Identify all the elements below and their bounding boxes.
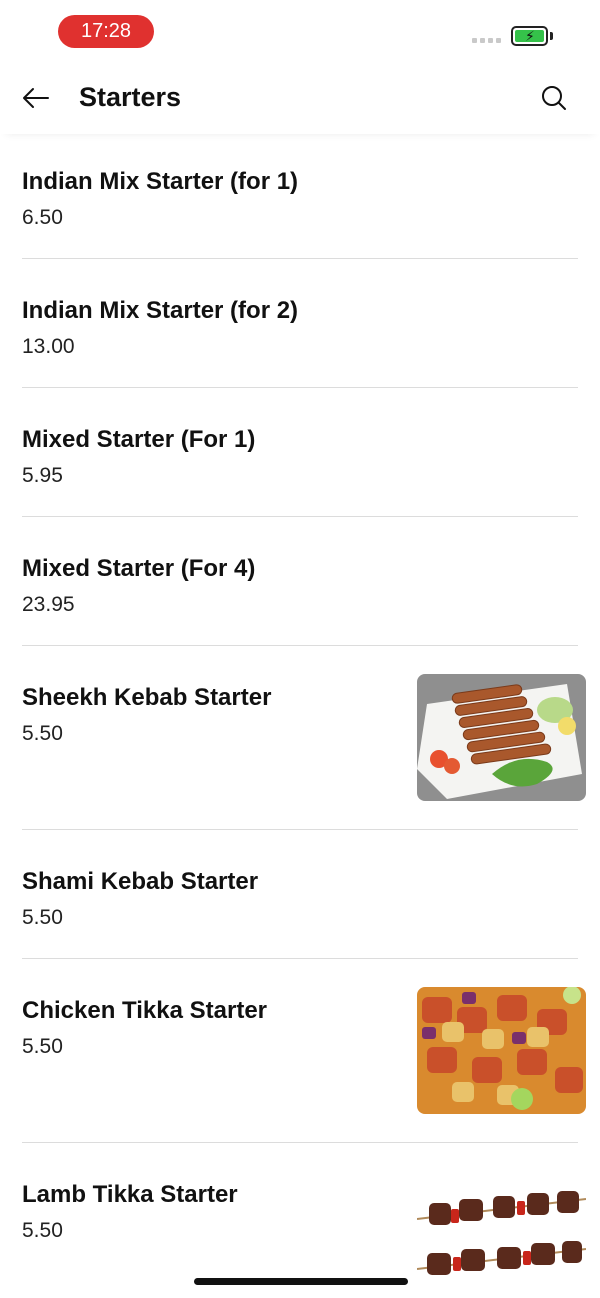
item-name: Lamb Tikka Starter — [22, 1181, 238, 1208]
item-price: 5.50 — [22, 722, 63, 745]
item-name: Indian Mix Starter (for 2) — [22, 297, 299, 324]
item-price: 13.00 — [22, 335, 75, 358]
menu-item[interactable]: Chicken Tikka Starter 5.50 — [0, 959, 600, 1143]
item-name: Sheekh Kebab Starter — [22, 684, 272, 711]
item-name: Chicken Tikka Starter — [22, 997, 268, 1024]
chicken-tikka-skewers-photo — [417, 987, 586, 1114]
battery-charging-icon: ⚡ — [511, 26, 548, 46]
lamb-tikka-skewers-photo — [417, 1171, 586, 1296]
item-name: Mixed Starter (For 1) — [22, 426, 256, 453]
status-time: 17:28 — [58, 15, 154, 48]
item-price: 5.50 — [22, 906, 63, 929]
menu-item[interactable]: Indian Mix Starter (for 1) 6.50 — [0, 134, 600, 259]
search-icon — [542, 86, 566, 110]
menu-item[interactable]: Mixed Starter (For 4) 23.95 — [0, 517, 600, 646]
status-bar: 17:28 ⚡ — [0, 0, 600, 64]
page-title: Starters — [79, 82, 182, 112]
menu-item[interactable]: Lamb Tikka Starter 5.50 — [0, 1143, 600, 1298]
menu-item[interactable]: Indian Mix Starter (for 2) 13.00 — [0, 259, 600, 388]
item-name: Shami Kebab Starter — [22, 868, 259, 895]
item-name: Mixed Starter (For 4) — [22, 555, 256, 582]
menu-item[interactable]: Shami Kebab Starter 5.50 — [0, 830, 600, 959]
battery-cap — [550, 32, 553, 40]
menu-item[interactable]: Mixed Starter (For 1) 5.95 — [0, 388, 600, 517]
item-price: 5.50 — [22, 1219, 63, 1242]
item-price: 23.95 — [22, 593, 75, 616]
menu-item[interactable]: Sheekh Kebab Starter 5.50 — [0, 646, 600, 830]
item-price: 6.50 — [22, 206, 63, 229]
arrow-left-icon — [23, 88, 49, 108]
item-price: 5.95 — [22, 464, 63, 487]
app-header: Starters — [0, 64, 600, 134]
item-name: Indian Mix Starter (for 1) — [22, 168, 299, 195]
seekh-kebab-photo — [417, 674, 586, 801]
signal-icon — [472, 38, 501, 43]
item-price: 5.50 — [22, 1035, 63, 1058]
home-indicator[interactable] — [194, 1278, 408, 1285]
search-button[interactable] — [538, 82, 570, 114]
back-button[interactable] — [20, 82, 52, 114]
